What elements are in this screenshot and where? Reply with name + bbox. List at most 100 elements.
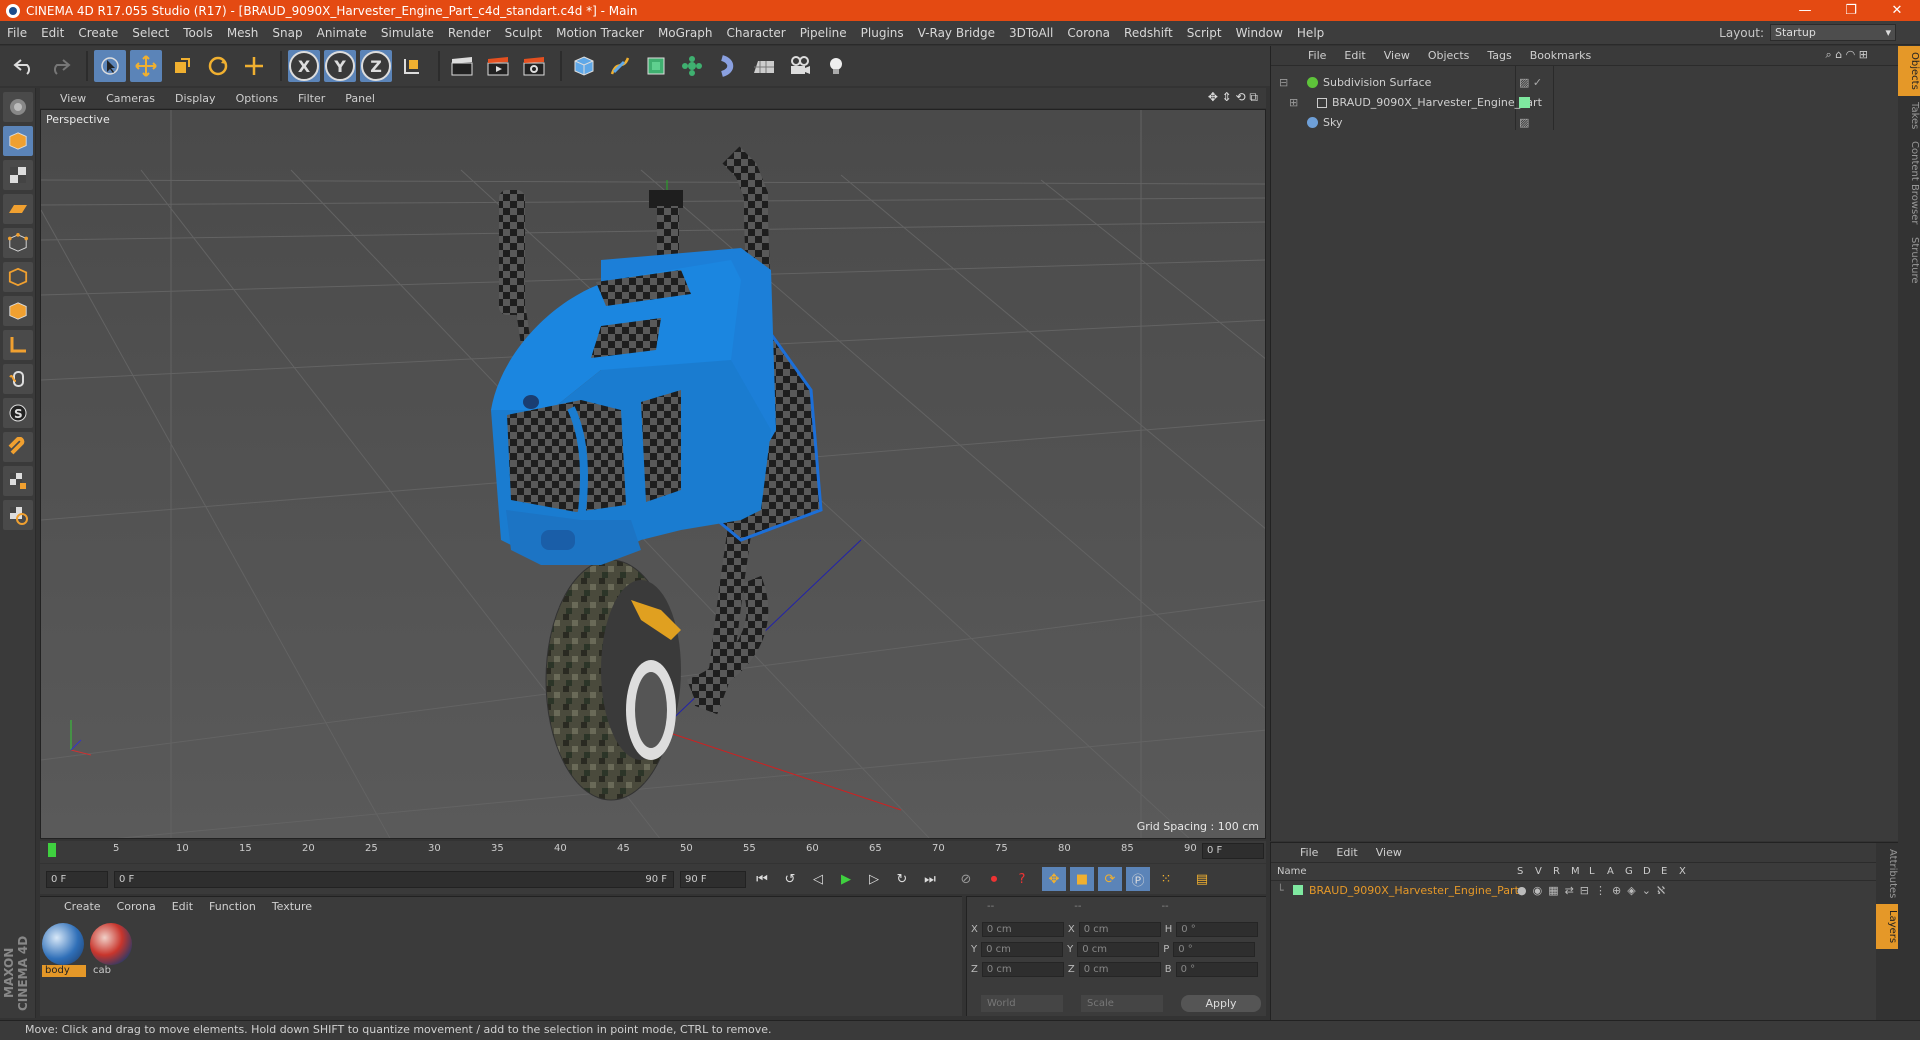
- tab-structure[interactable]: Structure: [1898, 231, 1920, 290]
- tab-content-browser[interactable]: Content Browser: [1898, 135, 1920, 230]
- points-mode-button[interactable]: [3, 228, 33, 258]
- expand-icon[interactable]: ⊞: [1289, 96, 1298, 109]
- perspective-viewport[interactable]: Perspective Grid Spacing : 100 cm: [40, 109, 1266, 839]
- objects-menu-bookmarks[interactable]: Bookmarks: [1521, 49, 1600, 62]
- objects-menu-edit[interactable]: Edit: [1335, 49, 1374, 62]
- layers-menu-edit[interactable]: Edit: [1327, 846, 1366, 859]
- material-swatch-body[interactable]: body: [42, 923, 86, 979]
- locked-workplane-button[interactable]: [3, 466, 33, 496]
- layer-flags-icons[interactable]: ●◉▦⇄⊟⋮⊕◈⌄ℵ: [1517, 884, 1671, 897]
- deformer-button[interactable]: [712, 50, 744, 82]
- undo-button[interactable]: [8, 50, 40, 82]
- light-button[interactable]: [820, 50, 852, 82]
- layer-color-swatch[interactable]: [1293, 885, 1303, 895]
- timeline-ruler[interactable]: 0 5 10 15 20 25 30 35 40 45 50 55 60 65 …: [40, 841, 1266, 863]
- move-tool-button[interactable]: [130, 50, 162, 82]
- render-to-picture-viewer-button[interactable]: [482, 50, 514, 82]
- object-row-sky[interactable]: Sky ▨: [1271, 112, 1899, 132]
- search-icon[interactable]: ⌕ ⌂ ◠ ⊞: [1826, 48, 1868, 62]
- next-key-button[interactable]: ↻: [890, 867, 914, 891]
- end-frame-field[interactable]: 90 F: [680, 870, 746, 888]
- visibility-toggle-icon[interactable]: ▨: [1519, 116, 1529, 129]
- material-menu-texture[interactable]: Texture: [264, 900, 320, 913]
- key-position-button[interactable]: ✥: [1042, 867, 1066, 891]
- layers-menu-view[interactable]: View: [1367, 846, 1411, 859]
- y-axis-lock-button[interactable]: Y: [324, 50, 356, 82]
- timeline-window-button[interactable]: ▤: [1190, 867, 1214, 891]
- key-scale-button[interactable]: ■: [1070, 867, 1094, 891]
- position-x-field[interactable]: 0 cm: [981, 921, 1064, 937]
- live-selection-button[interactable]: [94, 50, 126, 82]
- keyframe-selection-button[interactable]: ?: [1010, 867, 1034, 891]
- layers-menu-file[interactable]: File: [1291, 846, 1327, 859]
- objects-menu-tags[interactable]: Tags: [1478, 49, 1520, 62]
- menu-motion-tracker[interactable]: Motion Tracker: [549, 26, 651, 40]
- tweak-mode-button[interactable]: [3, 364, 33, 394]
- visibility-toggle-icon[interactable]: ▨ ✓: [1519, 76, 1542, 89]
- planar-workplane-button[interactable]: [3, 500, 33, 530]
- menu-snap[interactable]: Snap: [265, 26, 309, 40]
- rotate-tool-button[interactable]: [202, 50, 234, 82]
- menu-simulate[interactable]: Simulate: [374, 26, 441, 40]
- menu-mograph[interactable]: MoGraph: [651, 26, 720, 40]
- menu-tools[interactable]: Tools: [176, 26, 220, 40]
- render-settings-button[interactable]: [518, 50, 550, 82]
- redo-button[interactable]: [44, 50, 76, 82]
- viewport-menu-cameras[interactable]: Cameras: [96, 92, 165, 105]
- start-frame-field[interactable]: 0 F: [46, 870, 108, 888]
- make-editable-button[interactable]: [3, 92, 33, 122]
- size-y-field[interactable]: 0 cm: [1077, 941, 1160, 957]
- viewport-navigation-icons[interactable]: ✥ ⇕ ⟲ ⧉: [1208, 90, 1258, 105]
- close-button[interactable]: ✕: [1874, 0, 1920, 21]
- floor-button[interactable]: [748, 50, 780, 82]
- menu-corona[interactable]: Corona: [1060, 26, 1117, 40]
- polygons-mode-button[interactable]: [3, 296, 33, 326]
- rotation-b-field[interactable]: 0 °: [1175, 961, 1258, 977]
- render-view-button[interactable]: [446, 50, 478, 82]
- maximize-button[interactable]: ❐: [1828, 0, 1874, 21]
- z-axis-lock-button[interactable]: Z: [360, 50, 392, 82]
- material-swatch-cab[interactable]: cab: [90, 923, 134, 979]
- go-to-end-button[interactable]: ⏭: [918, 867, 942, 891]
- coordinate-system-button[interactable]: [396, 50, 428, 82]
- x-axis-lock-button[interactable]: X: [288, 50, 320, 82]
- transform-tool-button[interactable]: [238, 50, 270, 82]
- key-parameter-button[interactable]: Ⓟ: [1126, 867, 1150, 891]
- apply-button[interactable]: Apply: [1181, 995, 1261, 1012]
- viewport-menu-filter[interactable]: Filter: [288, 92, 335, 105]
- playhead[interactable]: [48, 843, 56, 857]
- menu-help[interactable]: Help: [1290, 26, 1331, 40]
- material-menu-create[interactable]: Create: [56, 900, 109, 913]
- menu-file[interactable]: File: [0, 26, 34, 40]
- menu-sculpt[interactable]: Sculpt: [498, 26, 549, 40]
- go-to-start-button[interactable]: ⏮: [750, 867, 774, 891]
- axis-mode-button[interactable]: [3, 330, 33, 360]
- menu-pipeline[interactable]: Pipeline: [793, 26, 854, 40]
- viewport-menu-options[interactable]: Options: [226, 92, 288, 105]
- minimize-button[interactable]: —: [1782, 0, 1828, 21]
- previous-key-button[interactable]: ↺: [778, 867, 802, 891]
- viewport-menu-panel[interactable]: Panel: [335, 92, 385, 105]
- snapping-button[interactable]: S: [3, 398, 33, 428]
- layer-row[interactable]: └ BRAUD_9090X_Harvester_Engine_Part ●◉▦⇄…: [1271, 881, 1898, 899]
- tab-attributes[interactable]: Attributes: [1876, 843, 1898, 904]
- previous-frame-button[interactable]: ◁: [806, 867, 830, 891]
- menu-redshift[interactable]: Redshift: [1117, 26, 1180, 40]
- material-menu-function[interactable]: Function: [201, 900, 264, 913]
- position-y-field[interactable]: 0 cm: [981, 941, 1064, 957]
- tab-objects[interactable]: Objects: [1898, 46, 1920, 96]
- model-mode-button[interactable]: [3, 126, 33, 156]
- key-pla-button[interactable]: ⁙: [1154, 867, 1178, 891]
- objects-menu-view[interactable]: View: [1375, 49, 1419, 62]
- menu-edit[interactable]: Edit: [34, 26, 71, 40]
- size-z-field[interactable]: 0 cm: [1078, 961, 1161, 977]
- menu-vray-bridge[interactable]: V-Ray Bridge: [911, 26, 1002, 40]
- current-frame-field[interactable]: 0 F: [1202, 843, 1264, 859]
- rotation-h-field[interactable]: 0 °: [1176, 921, 1259, 937]
- menu-mesh[interactable]: Mesh: [220, 26, 266, 40]
- viewport-menu-view[interactable]: View: [50, 92, 96, 105]
- collapse-icon[interactable]: ⊟: [1279, 76, 1288, 89]
- material-menu-edit[interactable]: Edit: [164, 900, 201, 913]
- cube-object-button[interactable]: [568, 50, 600, 82]
- mograph-cloner-button[interactable]: [676, 50, 708, 82]
